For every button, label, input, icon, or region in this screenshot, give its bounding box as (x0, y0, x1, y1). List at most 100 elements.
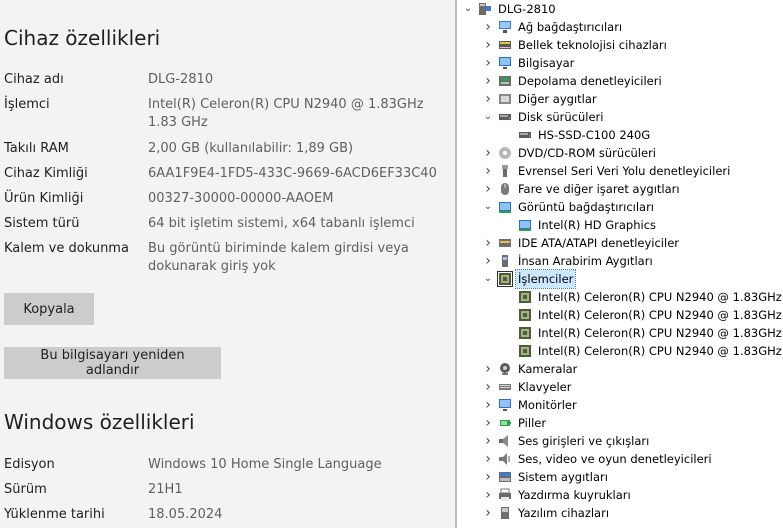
product-id-value: 00327-30000-00000-AAOEM (148, 191, 334, 206)
display-adapter-icon (518, 218, 532, 232)
dvd-drive-icon (498, 146, 512, 160)
processor-label: İşlemci (4, 97, 50, 112)
ide-controller-icon (498, 236, 512, 250)
windows-specs-title: Windows özellikleri (4, 410, 195, 434)
system-type-label: Sistem türü (4, 216, 80, 231)
chevron-right-icon[interactable]: › (483, 432, 493, 450)
ram-label: Takılı RAM (4, 141, 69, 156)
tree-node-label: Intel(R) Celeron(R) CPU N2940 @ 1.83GHz (538, 326, 782, 340)
tree-node-label: Diğer aygıtlar (518, 92, 597, 106)
audio-controller-icon (498, 452, 512, 466)
chevron-right-icon[interactable]: › (483, 360, 493, 378)
chevron-right-icon[interactable]: › (483, 144, 493, 162)
storage-controller-icon (498, 74, 512, 88)
chevron-right-icon[interactable]: › (483, 72, 493, 90)
tree-node-label: İşlemciler (514, 269, 577, 289)
tree-node-label: Kameralar (518, 362, 578, 376)
memory-tech-icon (498, 38, 512, 52)
copy-button[interactable]: Kopyala (4, 293, 94, 325)
processor-icon (518, 308, 532, 322)
speaker-icon (498, 434, 512, 448)
tree-node-label: İnsan Arabirim Aygıtları (518, 254, 653, 268)
chevron-down-icon[interactable]: ⌄ (483, 108, 493, 126)
system-devices-icon (498, 470, 512, 484)
chevron-right-icon[interactable]: › (483, 180, 493, 198)
tree-node-label: Intel(R) Celeron(R) CPU N2940 @ 1.83GHz (538, 344, 782, 358)
chevron-right-icon[interactable]: › (483, 396, 493, 414)
tree-node-label: Sistem aygıtları (518, 470, 608, 484)
edition-value: Windows 10 Home Single Language (148, 457, 382, 472)
disk-drive-icon (518, 128, 532, 142)
tree-node-label: Piller (518, 416, 547, 430)
mouse-icon (498, 182, 512, 196)
tree-node-label: Monitörler (518, 398, 577, 412)
chevron-right-icon[interactable]: › (483, 450, 493, 468)
printer-icon (498, 488, 512, 502)
chevron-right-icon[interactable]: › (483, 378, 493, 396)
chevron-right-icon[interactable]: › (483, 162, 493, 180)
chevron-down-icon[interactable]: ⌄ (483, 198, 493, 216)
chevron-right-icon[interactable]: › (483, 234, 493, 252)
chevron-right-icon[interactable]: › (483, 252, 493, 270)
system-about-pane: Cihaz özellikleri Cihaz adı DLG-2810 İşl… (0, 0, 455, 528)
tree-node-label: Ses, video ve oyun denetleyicileri (518, 452, 712, 466)
tree-node-label: Depolama denetleyicileri (518, 74, 662, 88)
chevron-right-icon[interactable]: › (483, 468, 493, 486)
tree-node-label: Görüntü bağdaştırıcıları (518, 200, 655, 214)
device-name-value: DLG-2810 (148, 72, 214, 87)
other-devices-icon (498, 92, 512, 106)
network-adapter-icon (498, 20, 512, 34)
chevron-right-icon[interactable]: › (483, 414, 493, 432)
computer-icon (478, 2, 492, 16)
tree-node-label: Intel(R) Celeron(R) CPU N2940 @ 1.83GHz (538, 290, 782, 304)
tree-node-label: Ağ bağdaştırıcıları (518, 20, 623, 34)
pen-touch-value: Bu görüntü biriminde kalem girdisi veya … (148, 241, 409, 274)
tree-node-label: Fare ve diğer işaret aygıtları (518, 182, 680, 196)
chevron-right-icon[interactable]: › (483, 18, 493, 36)
software-device-icon (498, 506, 512, 520)
tree-node-label: IDE ATA/ATAPI denetleyiciler (518, 236, 680, 250)
device-name-label: Cihaz adı (4, 72, 64, 87)
camera-icon (498, 362, 512, 376)
install-date-value: 18.05.2024 (148, 507, 223, 522)
chevron-right-icon[interactable]: › (483, 504, 493, 522)
tree-node-label: Ses girişleri ve çıkışları (518, 434, 650, 448)
usb-icon (498, 164, 512, 178)
ram-value: 2,00 GB (kullanılabilir: 1,89 GB) (148, 141, 354, 156)
tree-node-label: Bellek teknolojisi cihazları (518, 38, 667, 52)
tree-node-label: Yazdırma kuyrukları (518, 488, 631, 502)
processor-icon (518, 326, 532, 340)
processor-icon (518, 344, 532, 358)
chevron-right-icon[interactable]: › (483, 90, 493, 108)
device-id-value: 6AA1F9E4-1FD5-433C-9669-6ACD6EF33C40 (148, 166, 437, 181)
chevron-down-icon[interactable]: ⌄ (463, 0, 473, 18)
processor-icon (518, 290, 532, 304)
battery-icon (498, 416, 512, 430)
tree-node-label: Evrensel Seri Veri Yolu denetleyicileri (518, 164, 731, 178)
monitor-icon (498, 56, 512, 70)
tree-node-label: HS-SSD-C100 240G (538, 128, 651, 142)
chevron-right-icon[interactable]: › (483, 54, 493, 72)
keyboard-icon (498, 380, 512, 394)
device-manager-tree[interactable]: ⌄ DLG-2810 › Ağ bağdaştırıcıları › Bellek t… (457, 0, 783, 528)
tree-node-label: Disk sürücüleri (518, 110, 604, 124)
tree-node-label: DVD/CD-ROM sürücüleri (518, 146, 657, 160)
processor-icon (497, 271, 513, 287)
rename-pc-button[interactable]: Bu bilgisayarı yeniden adlandır (4, 347, 221, 379)
device-specs-title: Cihaz özellikleri (4, 26, 161, 50)
hid-icon (498, 254, 512, 268)
system-type-value: 64 bit işletim sistemi, x64 tabanlı işle… (148, 216, 415, 231)
tree-node-label: Bilgisayar (518, 56, 575, 70)
disk-drive-icon (498, 110, 512, 124)
display-adapter-icon (498, 200, 512, 214)
install-date-label: Yüklenme tarihi (4, 507, 105, 522)
tree-node-label: Intel(R) Celeron(R) CPU N2940 @ 1.83GHz (538, 308, 782, 322)
tree-node-label: Yazılım cihazları (518, 506, 610, 520)
chevron-right-icon[interactable]: › (483, 486, 493, 504)
chevron-down-icon[interactable]: ⌄ (483, 270, 493, 288)
chevron-right-icon[interactable]: › (483, 36, 493, 54)
pen-touch-label: Kalem ve dokunma (4, 241, 129, 256)
monitor-icon (498, 398, 512, 412)
tree-node-label: Intel(R) HD Graphics (538, 218, 657, 232)
device-id-label: Cihaz Kimliği (4, 166, 88, 181)
